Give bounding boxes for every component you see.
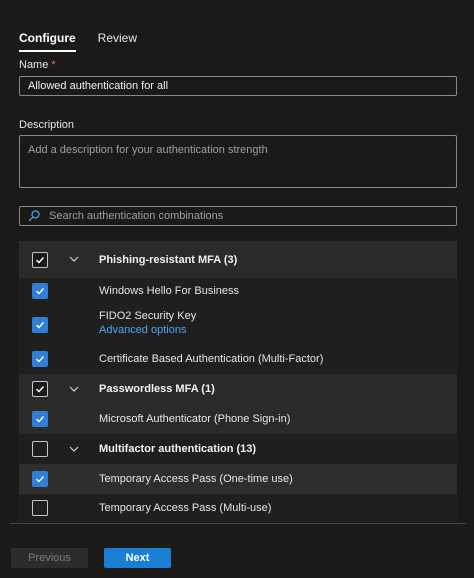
- previous-button[interactable]: Previous: [11, 548, 88, 568]
- group-label: Passwordless MFA (1): [99, 383, 215, 395]
- list-item[interactable]: FIDO2 Security Key Advanced options: [19, 303, 457, 344]
- checkmark-icon: [36, 322, 45, 329]
- item-checkbox[interactable]: [32, 411, 48, 427]
- group-label: Multifactor authentication (13): [99, 443, 257, 455]
- search-input[interactable]: Search authentication combinations: [19, 206, 457, 226]
- group-row-passwordless[interactable]: Passwordless MFA (1): [19, 374, 457, 404]
- item-checkbox[interactable]: [32, 283, 48, 299]
- name-input[interactable]: [19, 76, 457, 96]
- item-label: Certificate Based Authentication (Multi-…: [99, 353, 324, 365]
- tab-review[interactable]: Review: [98, 28, 137, 52]
- group-row-multifactor[interactable]: Multifactor authentication (13): [19, 434, 457, 464]
- list-item[interactable]: Certificate Based Authentication (Multi-…: [19, 344, 457, 374]
- checkmark-icon: [36, 476, 45, 483]
- footer-divider: [10, 523, 466, 524]
- checkmark-icon: [36, 416, 45, 423]
- item-label: Temporary Access Pass (One-time use): [99, 473, 293, 485]
- list-item[interactable]: Temporary Access Pass (Multi-use): [19, 494, 457, 522]
- group-checkbox[interactable]: [32, 441, 48, 457]
- list-item[interactable]: Windows Hello For Business: [19, 278, 457, 303]
- list-item[interactable]: Microsoft Authenticator (Phone Sign-in): [19, 404, 457, 434]
- item-label: Windows Hello For Business: [99, 285, 239, 297]
- combinations-table: Phishing-resistant MFA (3) Windows Hello…: [19, 241, 457, 522]
- item-label: Microsoft Authenticator (Phone Sign-in): [99, 413, 291, 425]
- tab-bar: Configure Review: [19, 28, 137, 52]
- search-icon: [28, 210, 40, 222]
- item-checkbox[interactable]: [32, 317, 48, 333]
- checkmark-icon: [36, 257, 45, 264]
- description-label: Description: [19, 119, 75, 131]
- name-label: Name *: [19, 59, 56, 71]
- item-checkbox[interactable]: [32, 471, 48, 487]
- description-field[interactable]: Add a description for your authenticatio…: [19, 135, 457, 188]
- group-row-phishing-resistant[interactable]: Phishing-resistant MFA (3): [19, 241, 457, 278]
- item-label: Temporary Access Pass (Multi-use): [99, 502, 272, 514]
- group-label: Phishing-resistant MFA (3): [99, 254, 238, 266]
- group-checkbox[interactable]: [32, 252, 48, 268]
- chevron-down-icon[interactable]: [69, 446, 79, 452]
- tab-configure[interactable]: Configure: [19, 28, 76, 52]
- item-checkbox[interactable]: [32, 500, 48, 516]
- checkmark-icon: [36, 356, 45, 363]
- search-placeholder: Search authentication combinations: [49, 210, 224, 222]
- item-checkbox[interactable]: [32, 351, 48, 367]
- group-checkbox[interactable]: [32, 381, 48, 397]
- chevron-down-icon[interactable]: [69, 386, 79, 392]
- required-marker: *: [51, 59, 56, 71]
- item-label: FIDO2 Security Key: [99, 310, 197, 322]
- checkmark-icon: [36, 288, 45, 295]
- list-item[interactable]: Temporary Access Pass (One-time use): [19, 464, 457, 494]
- next-button[interactable]: Next: [104, 548, 171, 568]
- checkmark-icon: [36, 386, 45, 393]
- advanced-options-link[interactable]: Advanced options: [99, 324, 186, 336]
- name-label-text: Name: [19, 59, 49, 71]
- chevron-down-icon[interactable]: [69, 256, 79, 262]
